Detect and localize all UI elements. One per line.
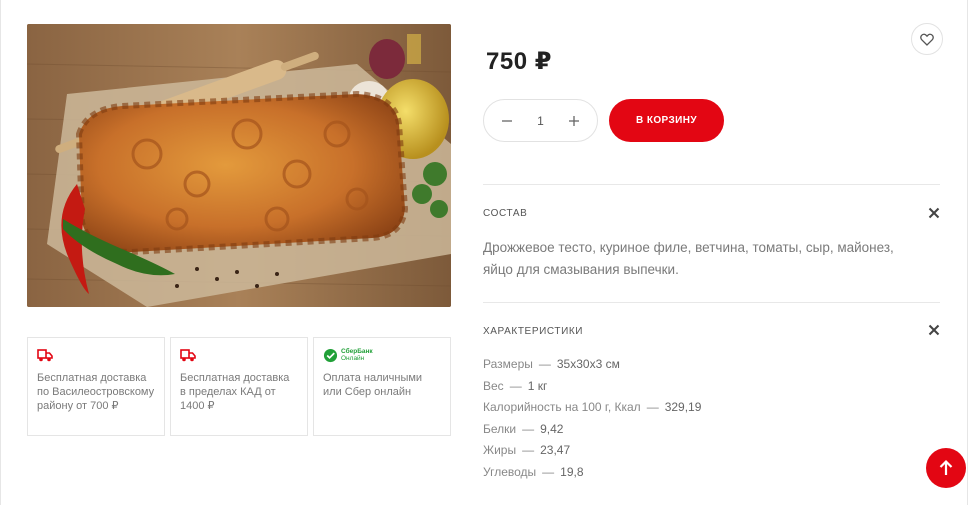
sber-logo-line1: СберБанк (341, 348, 373, 355)
characteristic-row: Размеры —35x30x3 см (483, 357, 620, 371)
characteristics-list: Размеры —35x30x3 см Вес —1 кг Калорийность… (483, 354, 701, 483)
characteristic-value: 329,19 (664, 400, 702, 414)
quantity-stepper: 1 (483, 99, 598, 142)
info-card-text: Бесплатная доставка по Василеостровскому… (37, 372, 155, 412)
characteristic-row: Калорийность на 100 г, Ккал —329,19 (483, 400, 702, 414)
composition-text: Дрожжевое тесто, куриное филе, ветчина, … (483, 240, 894, 277)
product-image[interactable] (27, 24, 451, 307)
characteristic-value: 1 кг (527, 378, 548, 393)
minus-icon (502, 119, 512, 122)
scroll-to-top-button[interactable] (926, 448, 966, 488)
characteristic-label: Углеводы (483, 464, 537, 479)
arrow-up-icon (939, 459, 953, 475)
info-card-text: Бесплатная доставка в пределах КАД от 14… (180, 372, 290, 412)
plus-icon (569, 115, 579, 126)
sber-logo-line2: Онлайн (341, 355, 365, 362)
characteristic-value: 9,42 (540, 421, 564, 436)
close-icon[interactable] (927, 323, 941, 337)
favorite-button[interactable] (911, 23, 943, 55)
info-cards: Бесплатная доставка по Василеостровскому… (27, 337, 451, 436)
delivery-truck-icon (180, 349, 196, 362)
characteristic-value: 19,8 (560, 464, 584, 479)
sber-logo-icon (323, 348, 338, 362)
add-to-cart-button[interactable]: В КОРЗИНУ (609, 99, 724, 142)
close-icon[interactable] (927, 206, 941, 220)
info-card-delivery-kad: Бесплатная доставка в пределах КАД от 14… (170, 337, 308, 436)
characteristic-label: Размеры (483, 357, 533, 371)
characteristics-title[interactable]: ХАРАКТЕРИСТИКИ (483, 326, 583, 337)
product-price: 750 ₽ (486, 48, 552, 75)
divider (483, 184, 940, 185)
info-card-payment: СберБанк Онлайн Оплата наличными или Сбе… (313, 337, 451, 436)
divider (483, 302, 940, 303)
pie-photo (27, 24, 451, 307)
characteristic-row: Вес —1 кг (483, 378, 548, 393)
characteristic-row: Углеводы —19,8 (483, 464, 584, 479)
page-border-left (0, 0, 1, 505)
characteristic-label: Вес (483, 378, 504, 393)
characteristic-value: 23,47 (540, 443, 571, 457)
sber-logo: СберБанк Онлайн (323, 348, 373, 363)
info-card-text: Оплата наличными или Сбер онлайн (323, 372, 423, 398)
decrease-quantity-button[interactable] (499, 112, 515, 130)
quantity-value[interactable]: 1 (537, 114, 544, 128)
characteristic-label: Калорийность на 100 г, Ккал (483, 400, 641, 414)
characteristic-row: Белки —9,42 (483, 421, 564, 436)
delivery-truck-icon (37, 349, 53, 362)
info-card-delivery-vasileostrovsky: Бесплатная доставка по Василеостровскому… (27, 337, 165, 436)
characteristic-label: Жиры (483, 443, 517, 457)
characteristic-value: 35x30x3 см (556, 357, 620, 371)
characteristic-label: Белки (483, 421, 517, 436)
characteristic-row: Жиры —23,47 (483, 443, 571, 457)
composition-title[interactable]: СОСТАВ (483, 208, 527, 219)
increase-quantity-button[interactable] (566, 112, 582, 130)
heart-icon (920, 33, 934, 46)
